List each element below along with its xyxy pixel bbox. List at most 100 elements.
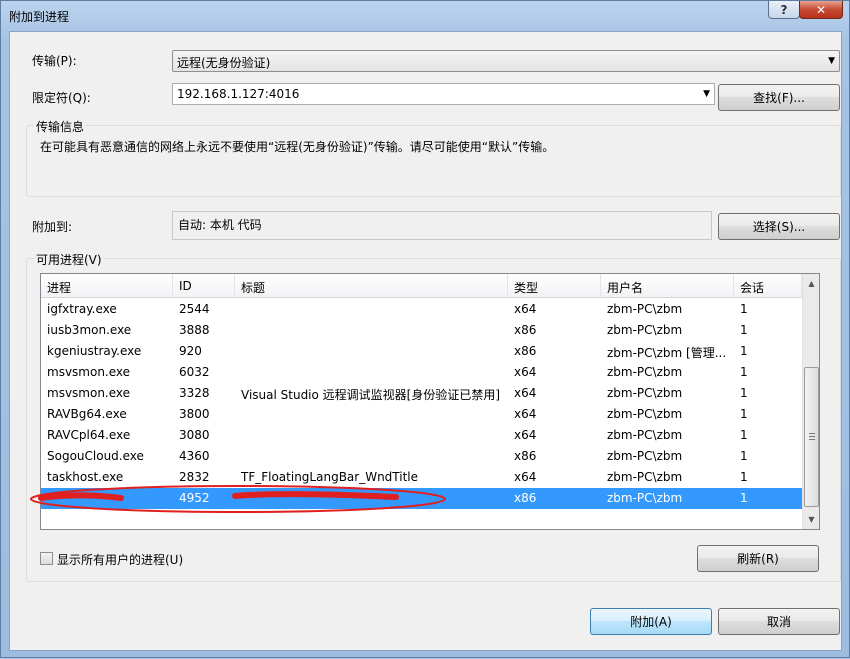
column-header-process[interactable]: 进程 bbox=[41, 274, 173, 298]
window-title: 附加到进程 bbox=[9, 10, 70, 24]
cell-type: x64 bbox=[514, 428, 537, 442]
cell-title bbox=[235, 341, 508, 362]
table-row[interactable]: iusb3mon.exe 3888 x86 zbm-PC\zbm 1 bbox=[41, 320, 802, 341]
cell-title: TF_FloatingLangBar_WndTitle bbox=[241, 470, 419, 484]
cell-process: igfxtray.exe bbox=[47, 302, 117, 316]
refresh-button[interactable]: 刷新(R) bbox=[697, 545, 819, 572]
cell-title bbox=[235, 362, 508, 383]
scroll-up-icon[interactable]: ▲ bbox=[804, 275, 819, 292]
cell-user: zbm-PC\zbm [管理... bbox=[607, 346, 727, 360]
title-bar[interactable]: 附加到进程 ? ✕ bbox=[1, 1, 849, 29]
cell-session: 1 bbox=[740, 428, 748, 442]
chevron-down-icon: ▼ bbox=[828, 56, 835, 66]
cell-id: 2832 bbox=[179, 470, 210, 484]
cancel-button[interactable]: 取消 bbox=[718, 608, 840, 635]
cell-type: x86 bbox=[514, 491, 537, 505]
process-list-header: 进程 ID 标题 类型 用户名 会话 bbox=[41, 274, 802, 298]
table-row[interactable]: kgeniustray.exe 920 x86 zbm-PC\zbm [管理... 1 bbox=[41, 341, 802, 362]
cell-id: 4952 bbox=[179, 491, 210, 505]
cell-process bbox=[41, 488, 173, 509]
cell-id: 3080 bbox=[179, 428, 210, 442]
cell-session: 1 bbox=[740, 470, 748, 484]
table-row[interactable]: msvsmon.exe 6032 x64 zbm-PC\zbm 1 bbox=[41, 362, 802, 383]
cell-process: SogouCloud.exe bbox=[47, 449, 144, 463]
column-header-type[interactable]: 类型 bbox=[508, 274, 601, 298]
table-row[interactable]: RAVBg64.exe 3800 x64 zbm-PC\zbm 1 bbox=[41, 404, 802, 425]
transport-info-group bbox=[26, 125, 841, 197]
cell-process: msvsmon.exe bbox=[47, 386, 131, 400]
process-list-scrollbar[interactable]: ▲ ▼ bbox=[802, 274, 819, 529]
attach-to-value-field: 自动: 本机 代码 bbox=[172, 211, 712, 240]
table-row[interactable]: taskhost.exe 2832 TF_FloatingLangBar_WndTi… bbox=[41, 467, 802, 488]
cell-id: 2544 bbox=[179, 302, 210, 316]
column-header-session[interactable]: 会话 bbox=[734, 274, 802, 298]
select-button[interactable]: 选择(S)... bbox=[718, 213, 840, 240]
transport-dropdown[interactable]: 远程(无身份验证) ▼ bbox=[172, 50, 840, 72]
cell-type: x64 bbox=[514, 386, 537, 400]
grip-line bbox=[809, 439, 815, 440]
attach-to-process-window: 附加到进程 ? ✕ 传输(P): 远程(无身份验证) ▼ 限定符(Q): 192… bbox=[0, 0, 850, 658]
cell-title bbox=[235, 425, 508, 446]
cell-id: 3888 bbox=[179, 323, 210, 337]
cell-user: zbm-PC\zbm bbox=[607, 491, 683, 505]
show-all-users-checkbox[interactable] bbox=[40, 552, 53, 565]
cell-id: 3800 bbox=[179, 407, 210, 421]
cell-user: zbm-PC\zbm bbox=[607, 302, 683, 316]
cell-session: 1 bbox=[740, 449, 748, 463]
cell-user: zbm-PC\zbm bbox=[607, 386, 683, 400]
cell-title bbox=[235, 404, 508, 425]
cell-title bbox=[235, 446, 508, 467]
transport-value: 远程(无身份验证) bbox=[177, 56, 271, 70]
attach-button[interactable]: 附加(A) bbox=[590, 608, 712, 635]
cell-process: taskhost.exe bbox=[47, 470, 124, 484]
cell-type: x64 bbox=[514, 365, 537, 379]
cell-id: 920 bbox=[179, 344, 202, 358]
column-header-title[interactable]: 标题 bbox=[235, 274, 508, 298]
column-header-user[interactable]: 用户名 bbox=[601, 274, 734, 298]
cell-user: zbm-PC\zbm bbox=[607, 365, 683, 379]
cell-id: 3328 bbox=[179, 386, 210, 400]
table-row[interactable]: RAVCpl64.exe 3080 x64 zbm-PC\zbm 1 bbox=[41, 425, 802, 446]
chevron-down-icon[interactable]: ▼ bbox=[703, 89, 710, 99]
cell-type: x64 bbox=[514, 407, 537, 421]
scroll-thumb[interactable] bbox=[804, 367, 819, 507]
table-row[interactable]: SogouCloud.exe 4360 x86 zbm-PC\zbm 1 bbox=[41, 446, 802, 467]
cell-title bbox=[235, 299, 508, 320]
close-icon[interactable]: ✕ bbox=[799, 1, 843, 19]
cell-type: x86 bbox=[514, 323, 537, 337]
show-all-users-label[interactable]: 显示所有用户的进程(U) bbox=[57, 551, 183, 568]
grip-line bbox=[809, 433, 815, 434]
grip-line bbox=[809, 436, 815, 437]
dialog-body: 传输(P): 远程(无身份验证) ▼ 限定符(Q): 192.168.1.127… bbox=[9, 31, 842, 651]
cell-user: zbm-PC\zbm bbox=[607, 428, 683, 442]
cell-type: x86 bbox=[514, 344, 537, 358]
table-row[interactable]: igfxtray.exe 2544 x64 zbm-PC\zbm 1 bbox=[41, 299, 802, 320]
cell-title bbox=[235, 488, 508, 509]
transport-info-title: 传输信息 bbox=[34, 118, 87, 135]
cell-user: zbm-PC\zbm bbox=[607, 449, 683, 463]
help-icon[interactable]: ? bbox=[768, 1, 800, 19]
cell-session: 1 bbox=[740, 344, 748, 358]
cell-session: 1 bbox=[740, 365, 748, 379]
attach-to-value: 自动: 本机 代码 bbox=[178, 218, 262, 232]
cell-process: kgeniustray.exe bbox=[47, 344, 142, 358]
process-list[interactable]: 进程 ID 标题 类型 用户名 会话 igfxtray.exe 2544 x64 zb… bbox=[40, 273, 820, 530]
scroll-down-icon[interactable]: ▼ bbox=[804, 511, 819, 528]
cell-process: RAVBg64.exe bbox=[47, 407, 127, 421]
table-row[interactable]: 4952 x86 zbm-PC\zbm 1 bbox=[41, 488, 802, 509]
table-row[interactable]: msvsmon.exe 3328 Visual Studio 远程调试监视器[身份验… bbox=[41, 383, 802, 404]
cell-session: 1 bbox=[740, 323, 748, 337]
cell-title: Visual Studio 远程调试监视器[身份验证已禁用] bbox=[241, 388, 501, 402]
cell-id: 4360 bbox=[179, 449, 210, 463]
qualifier-combobox[interactable]: 192.168.1.127:4016 ▼ bbox=[172, 83, 715, 105]
cell-user: zbm-PC\zbm bbox=[607, 407, 683, 421]
qualifier-label: 限定符(Q): bbox=[32, 91, 91, 105]
transport-info-text: 在可能具有恶意通信的网络上永远不要使用“远程(无身份验证)”传输。请尽可能使用“… bbox=[40, 140, 555, 154]
cell-process: msvsmon.exe bbox=[47, 365, 131, 379]
cell-user: zbm-PC\zbm bbox=[607, 323, 683, 337]
column-header-id[interactable]: ID bbox=[173, 274, 235, 298]
find-button[interactable]: 查找(F)... bbox=[718, 84, 840, 111]
cell-session: 1 bbox=[740, 386, 748, 400]
attach-to-label: 附加到: bbox=[32, 220, 73, 234]
transport-label: 传输(P): bbox=[32, 54, 77, 68]
